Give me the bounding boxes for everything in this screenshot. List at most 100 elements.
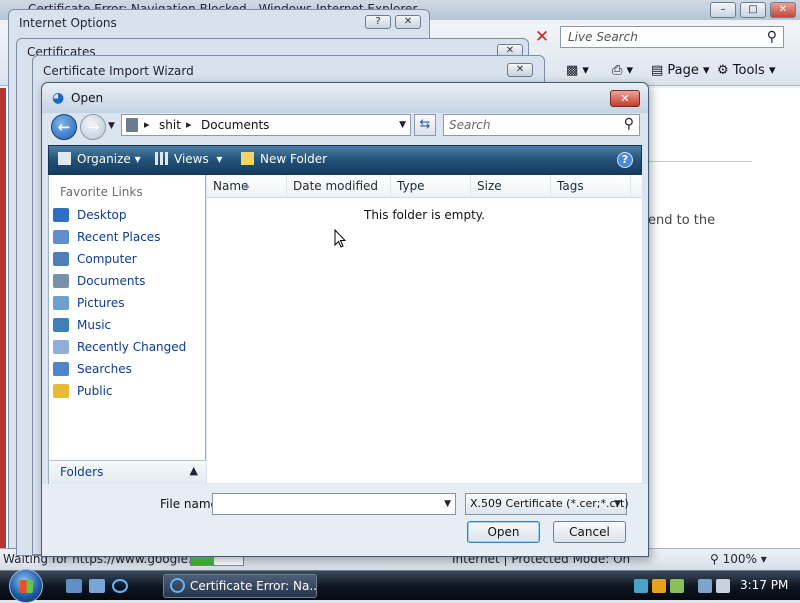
nav-link-searches[interactable]: Searches — [53, 359, 203, 379]
column-header-tags[interactable]: Tags — [551, 175, 631, 198]
help-icon[interactable]: ? — [617, 152, 633, 168]
music-icon — [53, 318, 69, 332]
back-icon[interactable]: ← — [51, 114, 77, 140]
sort-ascending-icon: ▲ — [244, 181, 250, 189]
file-type-filter[interactable]: X.509 Certificate (*.cer;*.crt) ▼ — [465, 493, 629, 515]
ie-search-placeholder: Live Search — [568, 30, 638, 44]
zoom-icon: ⚲ — [710, 552, 723, 566]
nav-link-public[interactable]: Public — [53, 381, 203, 401]
column-header-label: Tags — [557, 179, 584, 193]
gear-icon: ⚙ — [717, 63, 733, 78]
minimize-icon[interactable]: – — [710, 2, 736, 18]
folder-icon — [126, 118, 138, 132]
page-menu[interactable]: ▤ Page ▾ — [651, 61, 710, 81]
page-menu-label: Page — [667, 63, 699, 78]
show-desktop-icon[interactable] — [66, 579, 82, 593]
nav-link-documents[interactable]: Documents — [53, 271, 203, 291]
column-header-date-modified[interactable]: Date modified — [287, 175, 391, 198]
zoom-level[interactable]: ⚲ 100% ▾ — [710, 552, 767, 566]
breadcrumb-separator-icon[interactable]: ▸ — [186, 118, 192, 131]
cancel-button[interactable]: Cancel — [553, 521, 626, 543]
volume-muted-icon[interactable] — [716, 579, 730, 593]
nav-link-recently-changed[interactable]: Recently Changed — [53, 337, 203, 357]
open-dialog-titlebar: ◕ Open ✕ — [42, 83, 648, 113]
views-button[interactable]: Views ▾ — [155, 152, 222, 166]
certificate-error-stripe — [0, 88, 6, 548]
forward-icon[interactable]: → — [80, 114, 106, 140]
help-icon[interactable]: ? — [365, 15, 391, 29]
close-icon[interactable]: ✕ — [507, 63, 533, 77]
switch-windows-icon[interactable] — [89, 579, 105, 593]
chevron-down-icon[interactable]: ▼ — [399, 120, 406, 130]
column-header-size[interactable]: Size — [471, 175, 551, 198]
breadcrumb-separator-icon[interactable]: ▸ — [144, 118, 150, 131]
chevron-down-icon[interactable]: ▼ — [108, 121, 115, 131]
chevron-up-icon[interactable]: ▲ — [190, 464, 198, 477]
file-selection-area: File name: ▼ X.509 Certificate (*.cer;*.… — [42, 484, 648, 556]
close-icon[interactable]: ✕ — [395, 15, 421, 29]
command-bar: Organize ▾ Views ▾ New Folder ? — [48, 145, 642, 175]
ie-search-input[interactable]: Live Search ⚲ — [560, 26, 784, 48]
refresh-icon[interactable]: ⇆ — [414, 114, 436, 136]
zoom-value: 100% — [722, 552, 757, 566]
start-button[interactable] — [9, 569, 43, 603]
organize-label: Organize — [77, 152, 131, 166]
breadcrumb-item[interactable]: shit — [159, 118, 181, 132]
column-header-label: Date modified — [293, 179, 379, 193]
feeds-icon[interactable]: ▩ ▾ — [566, 61, 589, 81]
internet-options-title: Internet Options — [19, 16, 117, 30]
views-label: Views — [174, 152, 209, 166]
clock[interactable]: 3:17 PM — [740, 578, 788, 592]
internet-explorer-icon[interactable] — [112, 579, 128, 593]
page-icon: ▤ — [651, 63, 668, 78]
taskbar-button-ie[interactable]: Certificate Error: Na... — [163, 574, 317, 598]
organize-button[interactable]: Organize ▾ — [58, 152, 141, 166]
stop-icon[interactable]: ✕ — [532, 27, 552, 47]
nav-link-computer[interactable]: Computer — [53, 249, 203, 269]
documents-icon — [53, 274, 69, 288]
open-dialog: ◕ Open ✕ ← → ▼ ▸ shit ▸ Documents ▼ ⇆ Se… — [41, 82, 649, 557]
address-bar[interactable]: ▸ shit ▸ Documents ▼ — [121, 114, 411, 136]
close-icon[interactable]: ✕ — [770, 2, 796, 18]
folders-label: Folders — [60, 465, 104, 479]
tools-menu[interactable]: ⚙ Tools ▾ — [717, 61, 776, 81]
favorite-links-header: Favorite Links — [60, 185, 143, 199]
breadcrumb-item[interactable]: Documents — [201, 118, 269, 132]
dialog-search-input[interactable]: Search ⚲ — [443, 114, 640, 136]
chevron-down-icon[interactable]: ▼ — [444, 499, 451, 509]
search-icon[interactable]: ⚲ — [624, 116, 634, 132]
file-name-input[interactable]: ▼ — [212, 493, 456, 515]
navigation-pane: Favorite Links Desktop Recent Places Compu… — [48, 175, 206, 483]
open-button[interactable]: Open — [467, 521, 540, 543]
internet-explorer-icon: ◕ — [52, 90, 65, 106]
nav-link-pictures[interactable]: Pictures — [53, 293, 203, 313]
searches-icon — [53, 362, 69, 376]
taskbar: Certificate Error: Na... 3:17 PM — [0, 569, 800, 603]
security-shield-icon[interactable] — [652, 579, 666, 593]
new-folder-button[interactable]: New Folder — [241, 152, 327, 166]
column-header-type[interactable]: Type — [391, 175, 471, 198]
import-wizard-title: Certificate Import Wizard — [43, 64, 194, 78]
nav-link-label: Computer — [77, 252, 137, 266]
nav-link-music[interactable]: Music — [53, 315, 203, 335]
column-header-label: Type — [397, 179, 425, 193]
print-icon[interactable]: ⎙ ▾ — [612, 61, 633, 81]
network-tray-icon[interactable] — [634, 579, 648, 593]
nav-link-recent-places[interactable]: Recent Places — [53, 227, 203, 247]
file-list[interactable]: ▲ Name Date modified Type Size Tags This … — [207, 175, 642, 483]
folders-toggle[interactable]: Folders ▲ — [48, 460, 206, 484]
nav-link-label: Searches — [77, 362, 132, 376]
pictures-icon — [53, 296, 69, 310]
sync-icon[interactable] — [670, 579, 684, 593]
nav-link-label: Recent Places — [77, 230, 161, 244]
close-icon[interactable]: ✕ — [610, 90, 640, 107]
search-icon[interactable]: ⚲ — [767, 29, 777, 45]
nav-link-desktop[interactable]: Desktop — [53, 205, 203, 225]
views-icon — [155, 152, 168, 165]
column-headers: ▲ Name Date modified Type Size Tags — [207, 175, 642, 198]
column-header-label: Size — [477, 179, 502, 193]
nav-link-label: Music — [77, 318, 112, 332]
column-header-name[interactable]: ▲ Name — [207, 175, 287, 198]
maximize-icon[interactable]: □ — [740, 2, 766, 18]
network-icon[interactable] — [698, 579, 712, 593]
